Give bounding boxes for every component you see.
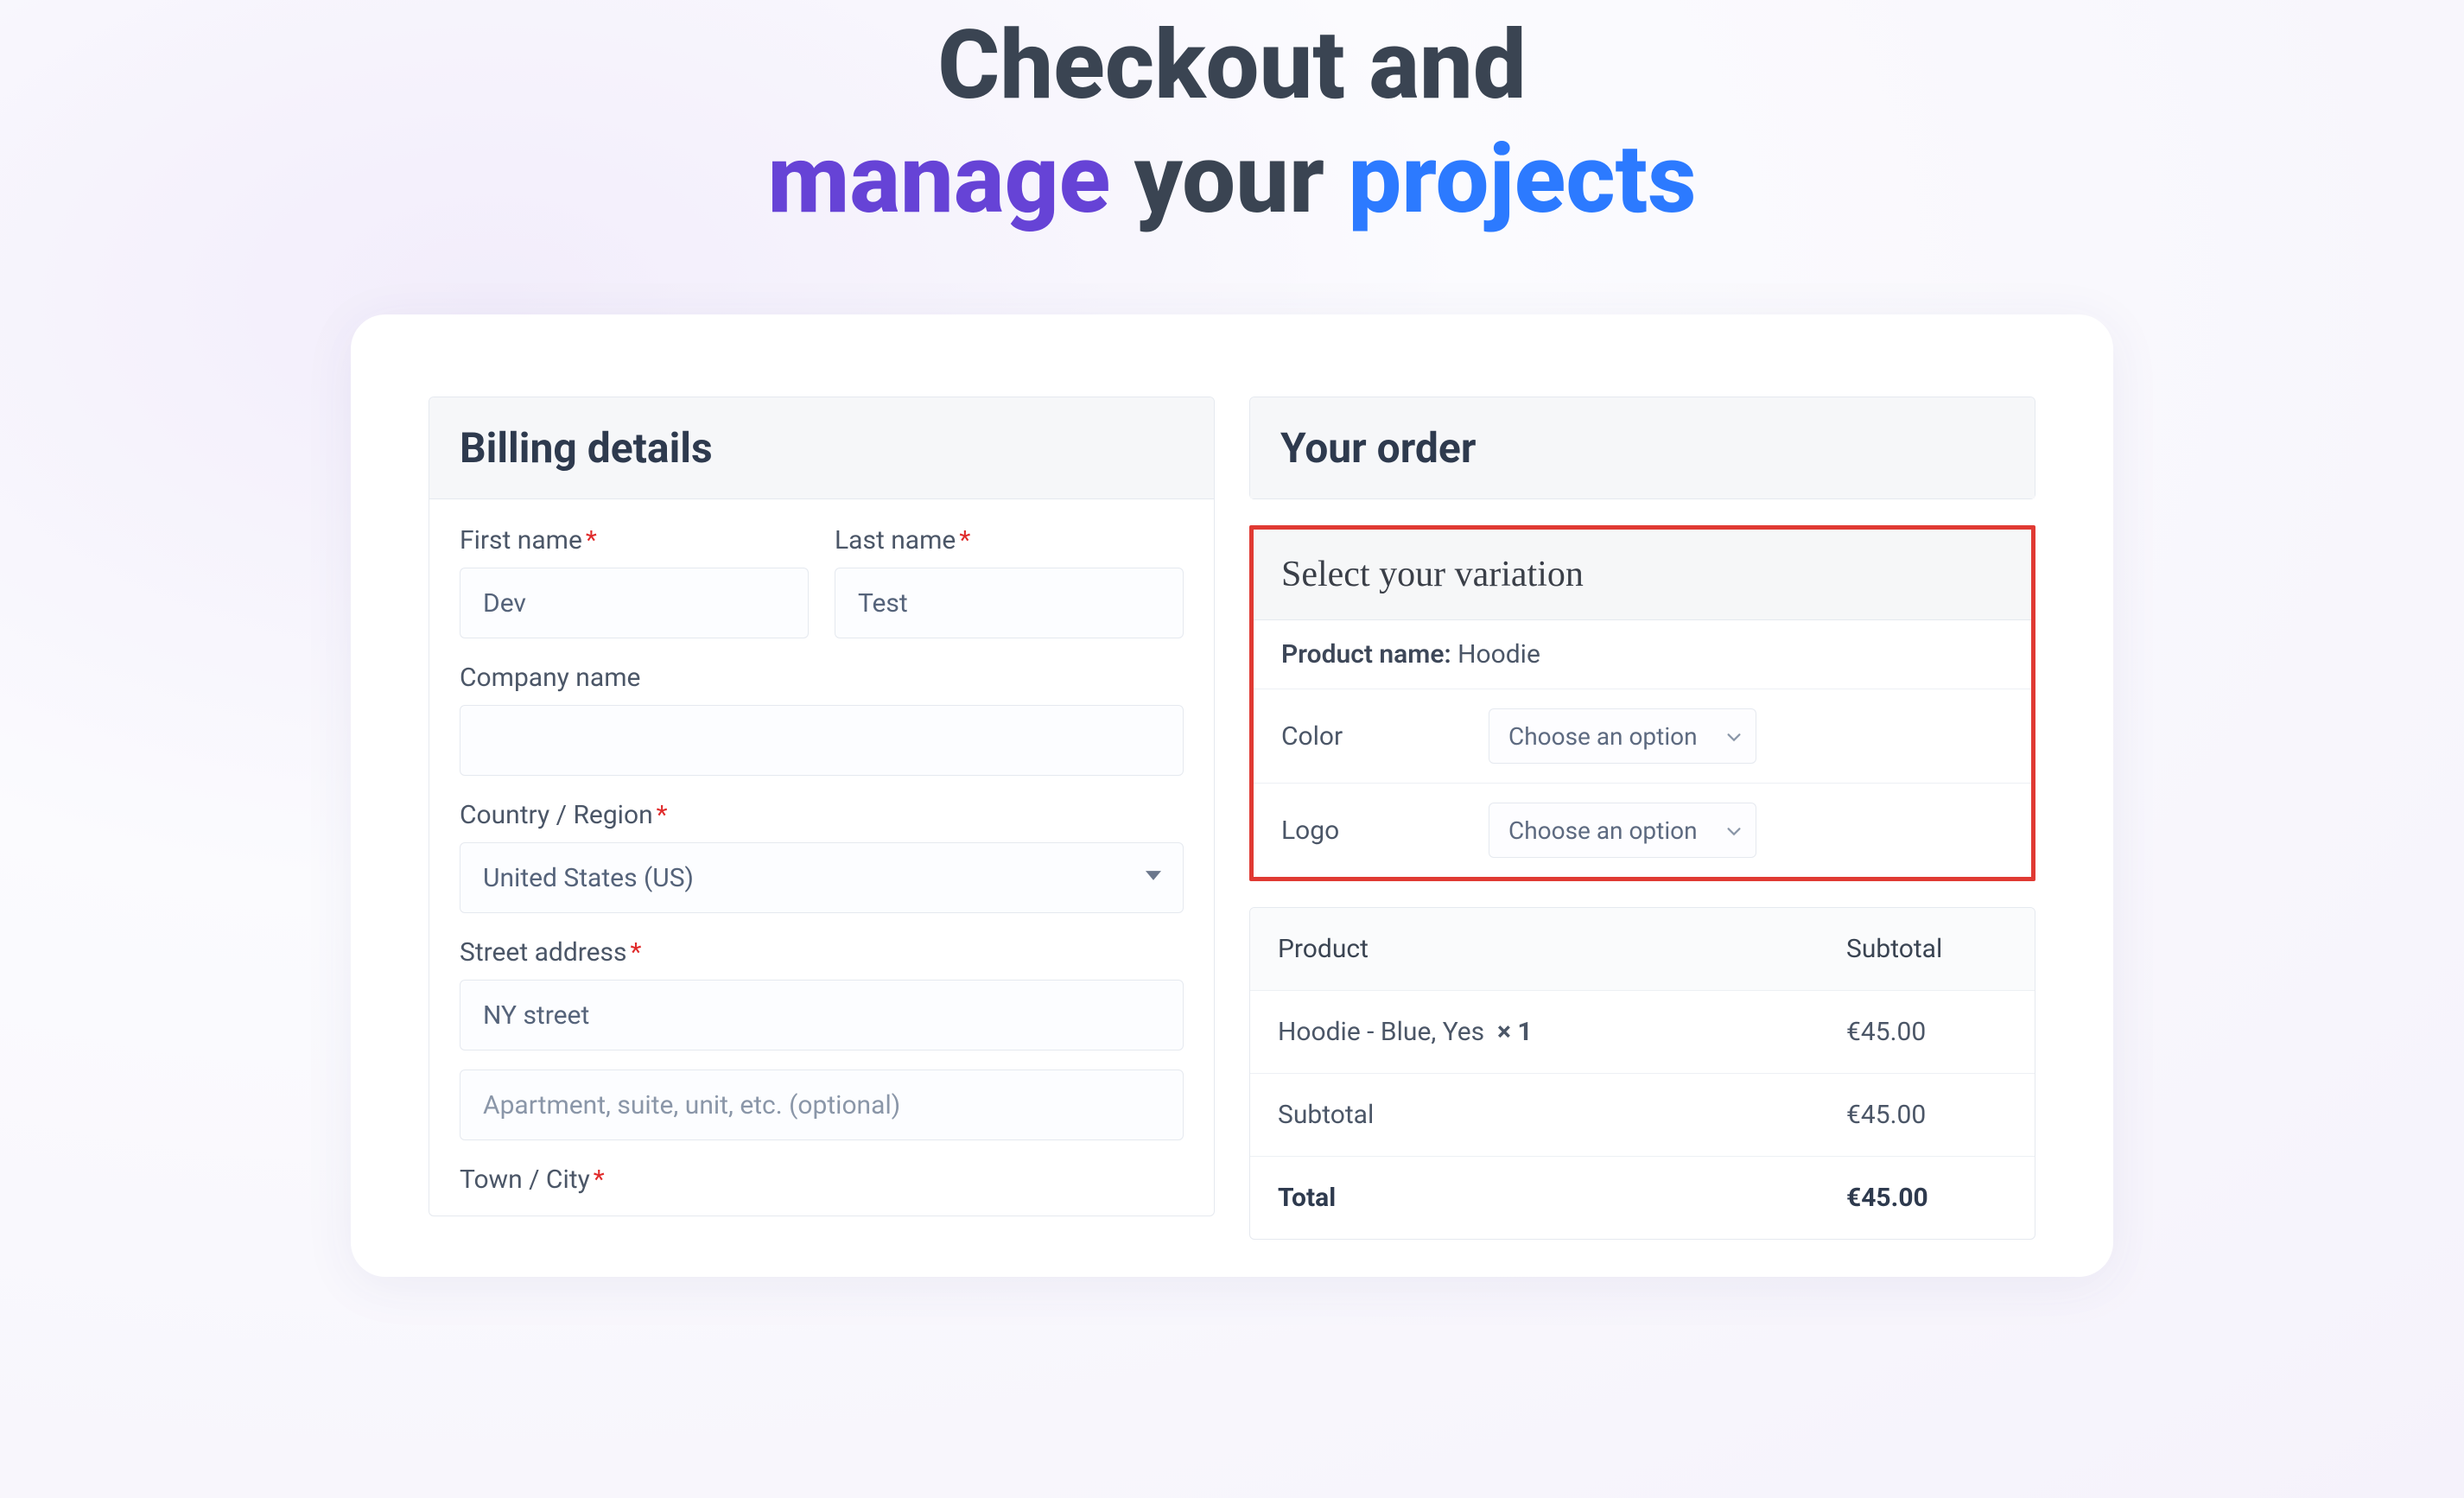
order-total-row: Total €45.00 (1250, 1157, 2035, 1239)
line-item-qty: × 1 (1497, 1017, 1533, 1047)
last-name-label-text: Last name (835, 525, 956, 555)
street-label: Street address* (460, 937, 1184, 968)
order-table: Product Subtotal Hoodie - Blue, Yes × 1 … (1249, 907, 2035, 1240)
order-subtotal-row: Subtotal €45.00 (1250, 1074, 2035, 1157)
order-line-subtotal-value: €45.00 (1819, 991, 2035, 1073)
product-name-value: Hoodie (1457, 639, 1540, 670)
order-total-label: Total (1250, 1157, 1819, 1239)
title-mid: your (1134, 124, 1324, 235)
country-label: Country / Region* (460, 800, 1184, 830)
order-line-item: Hoodie - Blue, Yes × 1 €45.00 (1250, 991, 2035, 1074)
order-subtotal-value: €45.00 (1819, 1074, 2035, 1156)
company-field[interactable] (460, 705, 1184, 776)
last-name-label: Last name* (835, 525, 1184, 555)
required-asterisk: * (959, 525, 970, 555)
variation-product-name: Product name: Hoodie (1254, 620, 2031, 689)
street-label-text: Street address (460, 937, 627, 968)
required-asterisk: * (657, 800, 668, 830)
variation-row-logo: Logo Choose an option (1254, 784, 2031, 877)
title-word-manage: manage (767, 124, 1110, 235)
order-th-subtotal: Subtotal (1819, 908, 2035, 990)
order-total-value: €45.00 (1819, 1157, 2035, 1239)
line-item-name: Hoodie - Blue, Yes (1278, 1017, 1484, 1047)
city-label: Town / City* (460, 1165, 1184, 1195)
required-asterisk: * (586, 525, 597, 555)
street-line2-field[interactable] (460, 1070, 1184, 1140)
variation-color-select[interactable]: Choose an option (1489, 708, 1756, 764)
order-column: Your order Select your variation Product… (1249, 397, 2035, 1242)
variation-row-color: Color Choose an option (1254, 689, 2031, 784)
first-name-label: First name* (460, 525, 809, 555)
variation-logo-label: Logo (1281, 816, 1489, 846)
required-asterisk: * (631, 937, 642, 968)
country-label-text: Country / Region (460, 800, 653, 830)
title-word-projects: projects (1348, 124, 1696, 235)
order-header: Your order (1250, 397, 2035, 498)
order-subtotal-label: Subtotal (1250, 1074, 1819, 1156)
first-name-label-text: First name (460, 525, 582, 555)
order-header-panel: Your order (1249, 397, 2035, 499)
variation-box: Select your variation Product name: Hood… (1249, 525, 2035, 881)
country-select[interactable] (460, 842, 1184, 913)
last-name-field[interactable] (835, 568, 1184, 638)
required-asterisk: * (594, 1165, 605, 1195)
checkout-card: Billing details First name* Last name* (351, 314, 2113, 1277)
billing-column: Billing details First name* Last name* (429, 397, 1215, 1242)
order-line-name: Hoodie - Blue, Yes × 1 (1250, 991, 1819, 1073)
billing-header: Billing details (429, 397, 1214, 499)
order-th-product: Product (1250, 908, 1819, 990)
street-line1-field[interactable] (460, 980, 1184, 1051)
product-name-label: Product name: (1281, 639, 1451, 670)
variation-color-label: Color (1281, 721, 1489, 752)
company-label: Company name (460, 663, 1184, 693)
order-table-header: Product Subtotal (1250, 908, 2035, 991)
page-title: Checkout and manage your projects (0, 0, 2464, 237)
title-line1: Checkout and (937, 10, 1526, 121)
first-name-field[interactable] (460, 568, 809, 638)
variation-title: Select your variation (1254, 530, 2031, 620)
billing-panel: Billing details First name* Last name* (429, 397, 1215, 1216)
variation-logo-select[interactable]: Choose an option (1489, 803, 1756, 858)
city-label-text: Town / City (460, 1165, 590, 1195)
